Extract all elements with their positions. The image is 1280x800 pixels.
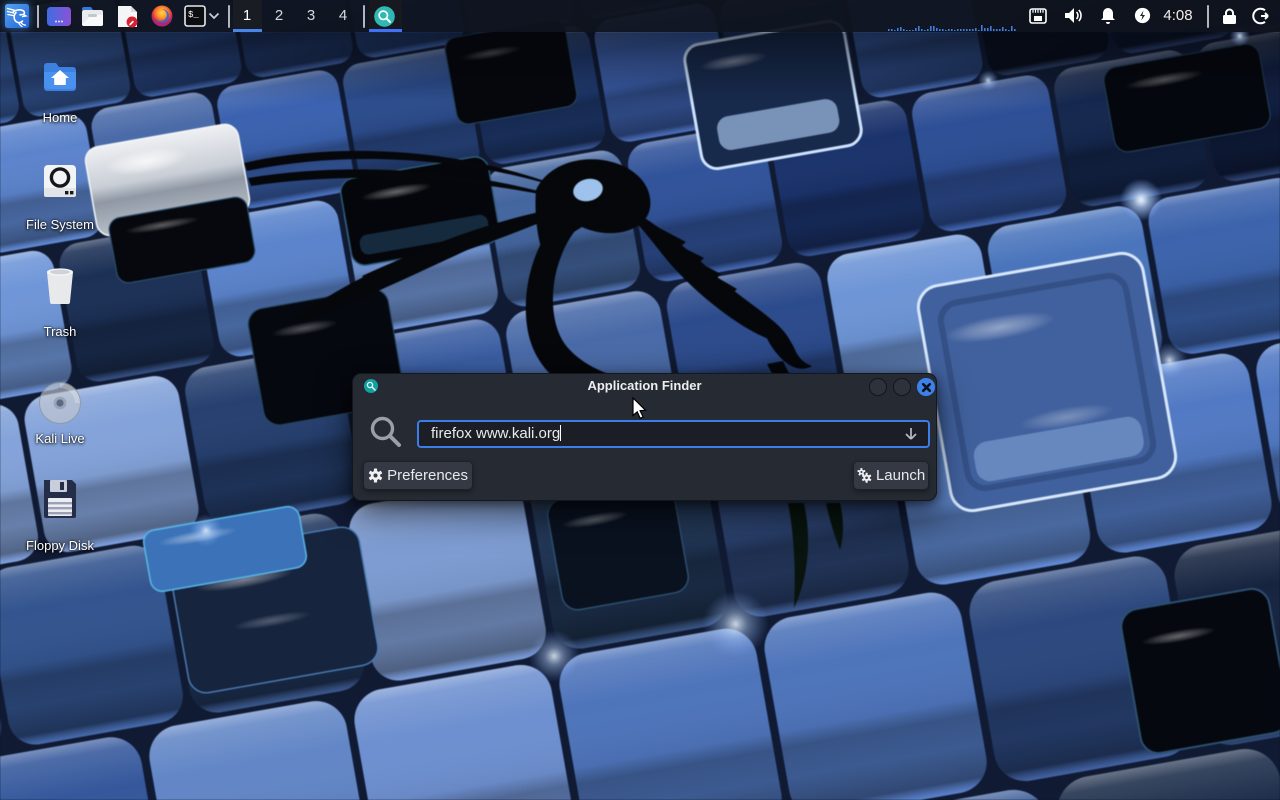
svg-text:$_: $_ <box>188 10 199 20</box>
